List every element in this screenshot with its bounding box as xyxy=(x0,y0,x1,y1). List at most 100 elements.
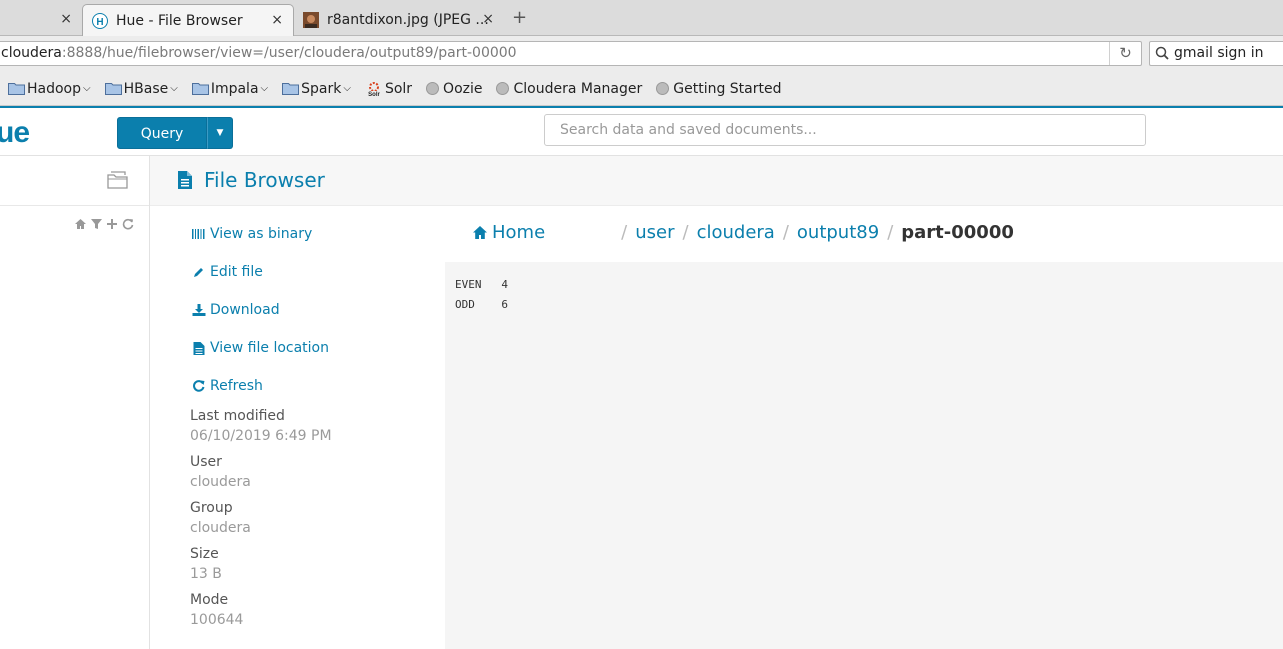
refresh-icon xyxy=(193,380,205,392)
filter-icon[interactable] xyxy=(91,218,102,230)
bookmark-getting-started[interactable]: Getting Started xyxy=(656,80,782,97)
search-icon xyxy=(1155,46,1169,60)
global-search-input[interactable] xyxy=(544,114,1146,146)
folder-icon xyxy=(104,83,122,95)
image-thumbnail-icon xyxy=(303,12,319,28)
tab-close-icon[interactable]: × xyxy=(482,11,494,27)
browser-tab-image[interactable]: r8antdixon.jpg (JPEG ... × xyxy=(294,4,504,36)
action-label: Refresh xyxy=(210,378,263,394)
hue-logo[interactable]: ue xyxy=(0,116,30,150)
view-as-binary-link[interactable]: View as binary xyxy=(192,226,312,242)
folder-icon xyxy=(8,83,25,95)
breadcrumb-home-label: Home xyxy=(492,222,546,243)
action-label: View file location xyxy=(210,340,329,356)
meta-value-size: 13 B xyxy=(190,566,222,582)
globe-icon xyxy=(426,82,440,95)
chevron-down-icon: ⌵ xyxy=(170,83,178,94)
browser-tab-hue[interactable]: H Hue - File Browser × xyxy=(82,4,294,36)
meta-value-group: cloudera xyxy=(190,520,251,536)
query-dropdown-button[interactable]: ▼ xyxy=(207,117,233,149)
chevron-down-icon: ⌵ xyxy=(260,83,269,94)
url-host: cloudera xyxy=(1,45,62,61)
reload-icon[interactable]: ↻ xyxy=(1109,42,1141,65)
breadcrumb-output89[interactable]: output89 xyxy=(797,222,879,243)
bookmark-label: Spark xyxy=(301,80,342,97)
browser-tab-previous[interactable]: × xyxy=(0,4,82,36)
bookmark-hbase[interactable]: HBase ⌵ xyxy=(104,80,178,97)
page-title: File Browser xyxy=(178,168,325,192)
assist-toolbar xyxy=(74,218,134,230)
home-icon xyxy=(473,226,487,239)
folder-open-icon[interactable] xyxy=(107,171,129,189)
bookmark-oozie[interactable]: Oozie xyxy=(426,81,482,97)
breadcrumb-cloudera[interactable]: cloudera xyxy=(697,222,775,243)
breadcrumb-current-file: part-00000 xyxy=(901,222,1014,243)
bookmark-solr[interactable]: Solr Solr xyxy=(365,81,412,97)
browser-search-value: gmail sign in xyxy=(1174,45,1264,61)
breadcrumb-home[interactable]: Home xyxy=(472,222,545,243)
url-bar[interactable]: cloudera:8888/hue/filebrowser/view=/user… xyxy=(0,41,1142,66)
plus-icon[interactable] xyxy=(106,218,118,230)
breadcrumb-separator: / xyxy=(621,222,628,243)
meta-value-user: cloudera xyxy=(190,474,251,490)
tab-close-icon[interactable]: × xyxy=(60,11,72,27)
globe-icon xyxy=(656,82,670,95)
browser-tab-bar: × H Hue - File Browser × r8antdixon.jpg … xyxy=(0,0,1283,36)
chevron-down-icon: ⌵ xyxy=(83,83,91,94)
home-icon[interactable] xyxy=(74,218,87,230)
solr-icon: Solr xyxy=(365,81,382,97)
chevron-down-icon: ⌵ xyxy=(343,83,351,94)
bookmark-label: Solr xyxy=(384,80,413,97)
bookmark-spark[interactable]: Spark ⌵ xyxy=(282,81,351,97)
download-link[interactable]: Download xyxy=(192,302,280,318)
bookmark-label: Impala xyxy=(210,80,259,97)
bookmark-label: Oozie xyxy=(443,80,483,97)
file-content-text: EVEN 4 ODD 6 xyxy=(455,278,508,311)
svg-text:Solr: Solr xyxy=(368,92,380,97)
meta-value-last-modified: 06/10/2019 6:49 PM xyxy=(190,428,332,444)
bookmark-impala[interactable]: Impala ⌵ xyxy=(191,80,269,97)
new-tab-button[interactable]: + xyxy=(512,7,527,28)
left-assist-panel xyxy=(0,156,150,649)
breadcrumb-separator: / xyxy=(682,222,689,243)
svg-text:H: H xyxy=(96,17,103,28)
action-label: Download xyxy=(210,302,280,318)
hue-header: ue Query ▼ xyxy=(0,106,1283,156)
query-button[interactable]: Query xyxy=(117,117,207,149)
refresh-link[interactable]: Refresh xyxy=(192,378,263,394)
bookmark-label: Getting Started xyxy=(673,80,782,97)
bookmark-label: HBase xyxy=(123,80,169,97)
tab-close-icon[interactable]: × xyxy=(271,12,283,28)
meta-label-group: Group xyxy=(190,500,233,516)
meta-label-last-modified: Last modified xyxy=(190,408,285,424)
bookmarks-bar: Hadoop ⌵ HBase ⌵ Impala ⌵ Spark ⌵ Solr Solr … xyxy=(0,72,1283,106)
action-label: Edit file xyxy=(210,264,263,280)
browser-nav-bar: cloudera:8888/hue/filebrowser/view=/user… xyxy=(0,36,1283,72)
bookmark-cloudera-manager[interactable]: Cloudera Manager xyxy=(496,81,642,97)
file-browser-header: File Browser xyxy=(150,156,1283,206)
breadcrumb-user[interactable]: user xyxy=(635,222,674,243)
download-icon xyxy=(192,304,206,316)
edit-file-link[interactable]: Edit file xyxy=(192,264,263,280)
url-path: :8888/hue/filebrowser/view=/user/clouder… xyxy=(61,45,517,61)
browser-search-field[interactable]: gmail sign in xyxy=(1149,41,1283,66)
globe-icon xyxy=(496,82,510,95)
folder-icon xyxy=(282,83,300,95)
refresh-icon[interactable] xyxy=(122,218,134,230)
assist-panel-header xyxy=(0,156,149,206)
file-text-icon xyxy=(178,171,192,189)
meta-value-mode: 100644 xyxy=(190,612,244,628)
bookmark-label: Hadoop xyxy=(27,80,82,97)
folder-icon xyxy=(191,83,209,95)
pencil-icon xyxy=(194,268,203,277)
meta-label-mode: Mode xyxy=(190,592,229,608)
breadcrumb: Home / user / cloudera / output89 / part… xyxy=(472,222,1014,243)
meta-label-size: Size xyxy=(190,546,219,562)
action-label: View as binary xyxy=(210,226,313,242)
file-content-viewer: EVEN 4 ODD 6 xyxy=(445,262,1283,649)
bookmark-hadoop[interactable]: Hadoop ⌵ xyxy=(8,81,91,97)
view-file-location-link[interactable]: View file location xyxy=(192,340,329,356)
page-title-text: File Browser xyxy=(204,168,325,192)
bookmark-label: Cloudera Manager xyxy=(513,80,643,97)
file-icon xyxy=(193,341,205,355)
